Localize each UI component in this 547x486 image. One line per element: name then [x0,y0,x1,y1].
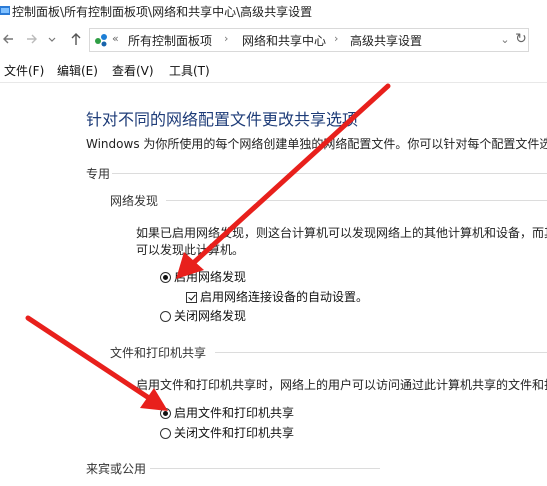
profile-guest-public-heading[interactable]: 来宾或公用 [86,460,146,477]
network-discovery-description: 如果已启用网络发现，则这台计算机可以发现网络上的其他计算机和设备，而其 [136,226,547,240]
breadcrumb-separator[interactable]: › [334,32,338,45]
menu-view[interactable]: 查看(V) [112,62,154,79]
enable-network-discovery-label: 启用网络发现 [174,270,247,284]
section-divider [166,200,547,201]
folder-icon [0,6,10,15]
breadcrumb-overflow[interactable]: « [112,32,119,45]
disable-file-printer-sharing-label: 关闭文件和打印机共享 [174,426,295,440]
disable-network-discovery-option[interactable]: 关闭网络发现 [160,307,246,324]
enable-file-printer-sharing-label: 启用文件和打印机共享 [174,406,295,420]
control-panel-icon [95,34,107,47]
section-divider [215,352,547,353]
refresh-icon[interactable]: ↻ [514,31,528,47]
breadcrumb-advanced-sharing[interactable]: 高级共享设置 [350,32,422,49]
up-arrow-icon[interactable] [68,31,84,47]
title-bar: 控制面板\所有控制面板项\网络和共享中心\高级共享设置 [0,0,547,22]
auto-setup-checkbox-option[interactable]: 启用网络连接设备的自动设置。 [186,288,368,305]
annotation-arrow-file-sharing [25,315,168,411]
checkbox-checked-icon[interactable] [186,292,197,303]
window-title: 控制面板\所有控制面板项\网络和共享中心\高级共享设置 [12,5,313,19]
forward-arrow-icon[interactable] [24,31,40,47]
disable-network-discovery-label: 关闭网络发现 [174,309,247,323]
radio-unselected-icon[interactable] [160,428,171,439]
radio-selected-icon[interactable] [160,272,171,283]
radio-unselected-icon[interactable] [160,311,171,322]
breadcrumb-network-center[interactable]: 网络和共享中心 [242,32,326,49]
section-divider [150,468,380,469]
menu-edit[interactable]: 编辑(E) [57,62,98,79]
chevron-down-icon[interactable]: ⌄ [499,32,511,48]
radio-selected-icon[interactable] [160,408,171,419]
profile-private-heading[interactable]: 专用 [86,165,110,182]
recent-dropdown-icon[interactable] [44,31,60,47]
file-printer-sharing-description: 启用文件和打印机共享时，网络上的用户可以访问通过此计算机共享的文件和打 [136,378,547,392]
section-divider [112,173,547,174]
page-title: 针对不同的网络配置文件更改共享选项 [86,110,359,129]
disable-file-printer-sharing-option[interactable]: 关闭文件和打印机共享 [160,424,294,441]
breadcrumb-all-items[interactable]: 所有控制面板项 [128,32,212,49]
address-bar[interactable]: « 所有控制面板项 › 网络和共享中心 › 高级共享设置 ⌄ ↻ [89,28,529,52]
intro-text: Windows 为你所使用的每个网络创建单独的网络配置文件。你可以针对每个配置文… [86,137,547,151]
enable-network-discovery-option[interactable]: 启用网络发现 [160,268,246,285]
auto-setup-label: 启用网络连接设备的自动设置。 [200,290,369,304]
menu-file[interactable]: 文件(F) [4,62,44,79]
enable-file-printer-sharing-option[interactable]: 启用文件和打印机共享 [160,404,294,421]
back-arrow-icon[interactable] [0,31,16,47]
breadcrumb-separator[interactable]: › [224,32,228,45]
menu-bar: 文件(F) 编辑(E) 查看(V) 工具(T) [0,58,547,83]
menu-tools[interactable]: 工具(T) [169,62,210,79]
file-printer-sharing-heading: 文件和打印机共享 [110,346,207,360]
network-discovery-heading: 网络发现 [110,194,159,208]
network-discovery-description-line2: 可以发现此计算机。 [136,243,245,257]
